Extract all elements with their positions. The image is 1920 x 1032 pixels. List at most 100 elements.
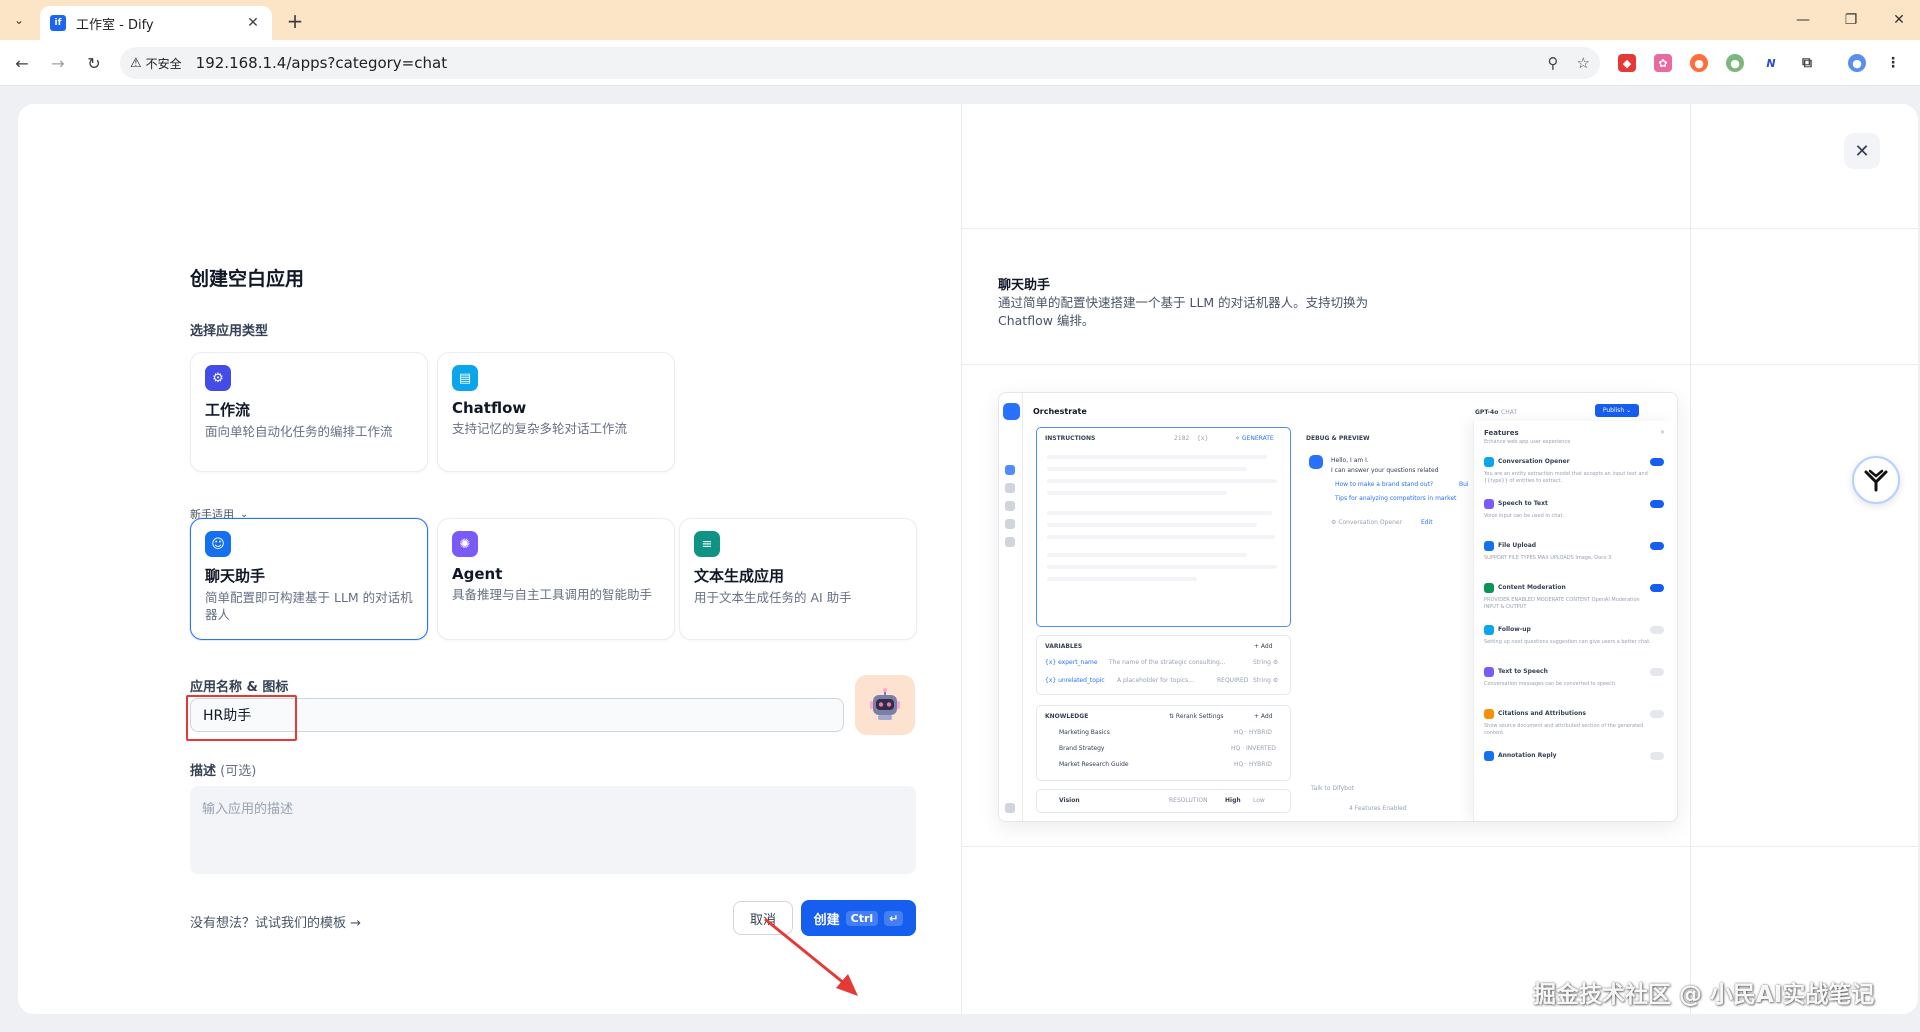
new-tab-icon[interactable]: + bbox=[282, 8, 308, 34]
shortcut-enter-badge: ↵ bbox=[884, 910, 904, 926]
shot-knowledge-label: KNOWLEDGE bbox=[1045, 713, 1089, 720]
type-card-chatflow[interactable]: ▤ Chatflow 支持记忆的复杂多轮对话工作流 bbox=[437, 352, 675, 472]
shield-extension-icon[interactable]: ◆ bbox=[1618, 54, 1636, 72]
description-label-text: 描述 bbox=[190, 764, 217, 779]
shot-nav-icon bbox=[1005, 501, 1015, 511]
tab-close-icon[interactable]: ✕ bbox=[244, 15, 262, 31]
type-card-title: Agent bbox=[452, 565, 503, 583]
create-button-label: 创建 bbox=[813, 912, 840, 928]
restore-icon[interactable]: ❐ bbox=[1836, 8, 1866, 32]
forward-icon[interactable]: → bbox=[46, 51, 70, 75]
template-link[interactable]: 没有想法？试试我们的模板 → bbox=[190, 912, 361, 931]
reload-icon[interactable]: ↻ bbox=[82, 51, 106, 75]
agent-icon: ✺ bbox=[452, 531, 478, 557]
shot-suggestion: How to make a brand stand out? bbox=[1335, 481, 1434, 488]
shot-feature-name: File Upload bbox=[1498, 542, 1537, 549]
shot-var-type: String ⚙ bbox=[1253, 677, 1279, 684]
shot-bot-avatar-icon bbox=[1309, 455, 1323, 469]
shot-nav-icon bbox=[1005, 465, 1015, 475]
shot-var-desc: A placeholder for topics... bbox=[1117, 677, 1194, 684]
shot-text-line bbox=[1047, 577, 1197, 581]
minimize-icon[interactable]: — bbox=[1788, 8, 1818, 32]
menu-kebab-icon[interactable]: ⋮ bbox=[1884, 54, 1902, 72]
shot-feature-toggle bbox=[1650, 710, 1664, 718]
app-name-input[interactable] bbox=[190, 698, 844, 732]
shot-feature-name: Follow-up bbox=[1498, 626, 1531, 633]
circle-extension-icon[interactable]: ● bbox=[1726, 54, 1744, 72]
modal-close-icon[interactable]: ✕ bbox=[1844, 133, 1880, 169]
shot-nav-icon bbox=[1005, 483, 1015, 493]
puzzle-extension-icon[interactable]: ✿ bbox=[1654, 54, 1672, 72]
type-card-desc: 具备推理与自主工具调用的智能助手 bbox=[452, 587, 653, 602]
type-card-text-generation[interactable]: ≡ 文本生成应用 用于文本生成任务的 AI 助手 bbox=[679, 518, 917, 640]
type-card-desc: 简单配置即可构建基于 LLM 的对话机器人 bbox=[205, 590, 413, 622]
shot-feature-sub: Setting up next questions suggestion can… bbox=[1484, 639, 1651, 645]
shot-suggestion-2: Bui bbox=[1459, 481, 1469, 488]
shot-features-enabled: 4 Features Enabled bbox=[1349, 805, 1407, 812]
security-indicator[interactable]: ⚠ 不安全 bbox=[130, 55, 196, 72]
shot-text-line bbox=[1047, 479, 1277, 483]
extensions-icon[interactable]: ⧉ bbox=[1798, 54, 1816, 72]
type-card-title: 聊天助手 bbox=[205, 567, 266, 585]
shot-talk: Talk to Difybot bbox=[1311, 785, 1355, 792]
shot-text-line bbox=[1047, 535, 1275, 539]
shot-opener: ⚙ Conversation Opener bbox=[1331, 519, 1403, 526]
bookmark-star-icon[interactable]: ☆ bbox=[1577, 54, 1590, 72]
assistant-logo-icon bbox=[1864, 469, 1888, 492]
shot-text-line bbox=[1047, 491, 1227, 495]
shot-feature-name: Content Moderation bbox=[1498, 584, 1566, 591]
back-icon[interactable]: ← bbox=[10, 51, 34, 75]
shot-kb-item: Marketing Basics bbox=[1059, 729, 1110, 736]
shot-feature-sub: You are an entity extraction model that … bbox=[1484, 471, 1648, 484]
zoom-icon[interactable]: ⚲ bbox=[1548, 54, 1559, 72]
shortcut-ctrl-badge: Ctrl bbox=[845, 910, 879, 926]
shot-feature-icon bbox=[1484, 751, 1494, 761]
shot-feature-icon bbox=[1484, 499, 1494, 509]
shot-low: Low bbox=[1253, 797, 1265, 804]
type-card-agent[interactable]: ✺ Agent 具备推理与自主工具调用的智能助手 bbox=[437, 518, 675, 640]
shot-nav-icon bbox=[1005, 519, 1015, 529]
shot-high: High bbox=[1225, 797, 1241, 804]
robot-icon bbox=[870, 688, 900, 720]
shot-feature-name: Conversation Opener bbox=[1498, 458, 1570, 465]
shot-nav-icon bbox=[1005, 537, 1015, 547]
preview-grid-line bbox=[1690, 104, 1691, 1014]
page-background: 创建空白应用 选择应用类型 ⚙ 工作流 面向单轮自动化任务的编排工作流 ▤ Ch… bbox=[0, 87, 1920, 1032]
shot-feature-toggle bbox=[1650, 542, 1664, 550]
window-close-icon[interactable]: ✕ bbox=[1884, 8, 1914, 32]
description-textarea[interactable] bbox=[190, 786, 916, 874]
shot-features-close-icon: × bbox=[1660, 429, 1666, 436]
shot-var-required: REQUIRED bbox=[1217, 677, 1249, 684]
tab-search-icon[interactable]: ⌄ bbox=[8, 9, 30, 31]
optional-hint: (可选) bbox=[220, 764, 257, 779]
type-card-workflow[interactable]: ⚙ 工作流 面向单轮自动化任务的编排工作流 bbox=[190, 352, 428, 472]
profile-avatar-icon[interactable]: ● bbox=[1848, 54, 1866, 72]
type-card-desc: 用于文本生成任务的 AI 助手 bbox=[694, 590, 852, 605]
shot-feature-toggle bbox=[1650, 584, 1664, 592]
url-text[interactable]: 192.168.1.4/apps?category=chat bbox=[196, 54, 1530, 72]
shot-feature-icon bbox=[1484, 457, 1494, 467]
floating-assistant-icon[interactable] bbox=[1852, 456, 1900, 504]
shot-feature-sub: Show source document and attributed sect… bbox=[1484, 723, 1644, 736]
chatflow-icon: ▤ bbox=[452, 365, 478, 391]
shot-var-name: {x} unrelated_topic bbox=[1045, 677, 1105, 684]
shot-text-line bbox=[1047, 511, 1272, 515]
create-button[interactable]: 创建 Ctrl ↵ bbox=[801, 900, 916, 936]
shot-text-line bbox=[1047, 455, 1267, 459]
browser-tab[interactable]: if 工作室 - Dify ✕ bbox=[40, 6, 272, 40]
watermark-text: 掘金技术社区 @ 小民AI实战笔记 bbox=[1533, 982, 1875, 1008]
n-extension-icon[interactable]: N bbox=[1762, 54, 1780, 72]
shot-feature-toggle bbox=[1650, 626, 1664, 634]
location-extension-icon[interactable]: ● bbox=[1690, 54, 1708, 72]
cancel-button[interactable]: 取消 bbox=[733, 901, 793, 935]
type-card-desc: 面向单轮自动化任务的编排工作流 bbox=[205, 424, 393, 439]
shot-add: + Add bbox=[1254, 713, 1273, 720]
shot-text-line bbox=[1047, 467, 1247, 471]
text-generation-icon: ≡ bbox=[694, 531, 720, 557]
preview-grid-line bbox=[961, 228, 1918, 229]
create-app-modal: 创建空白应用 选择应用类型 ⚙ 工作流 面向单轮自动化任务的编排工作流 ▤ Ch… bbox=[18, 104, 1918, 1014]
shot-features-subtitle: Enhance web app user experience bbox=[1484, 439, 1571, 445]
address-bar[interactable]: ⚠ 不安全 192.168.1.4/apps?category=chat ⚲ ☆ bbox=[120, 47, 1600, 79]
type-card-chat-assistant[interactable]: ☺ 聊天助手 简单配置即可构建基于 LLM 的对话机器人 bbox=[190, 518, 428, 640]
app-icon-picker[interactable] bbox=[855, 675, 915, 735]
